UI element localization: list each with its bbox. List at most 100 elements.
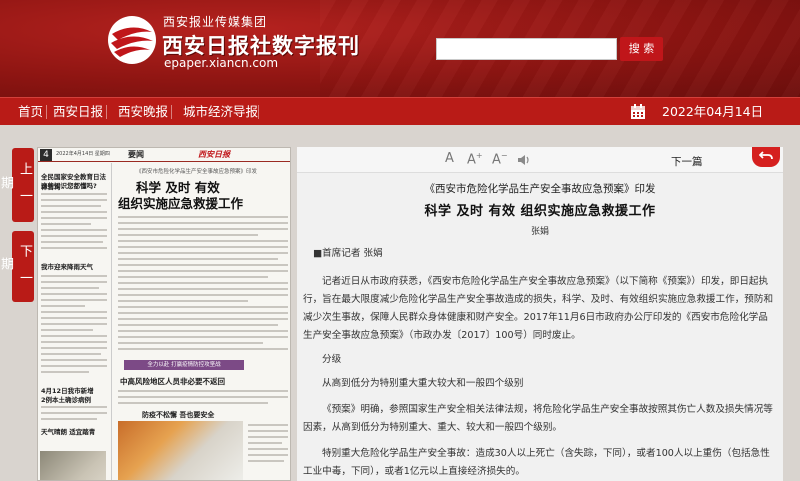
text-line (118, 234, 258, 236)
article-link[interactable]: 2例本土确诊病例 (41, 394, 91, 404)
text-line (118, 246, 288, 248)
text-line (118, 318, 288, 320)
search-button[interactable]: 搜 索 (620, 37, 663, 61)
logo-icon (108, 16, 156, 64)
search-input[interactable] (436, 38, 617, 60)
text-line (118, 396, 288, 398)
article-panel: A A+ A− 下一篇 《西安市危险化学品生产安全事故应急预案》印发 科学 及时… (297, 147, 783, 481)
text-line (41, 323, 107, 325)
page-masthead: 西安日报 (198, 150, 230, 159)
text-line (248, 424, 288, 426)
nav-city-economy[interactable]: 城市经济导报 (183, 98, 258, 126)
nav-divider (106, 105, 107, 119)
text-line (118, 402, 268, 404)
text-line (41, 193, 107, 195)
news-photo (118, 421, 243, 480)
text-line (41, 305, 85, 307)
text-line (118, 306, 288, 308)
page-header: 4 2022年4月14日 星期四 要闻 西安日报 (38, 148, 290, 162)
text-line (118, 342, 263, 344)
text-line (41, 241, 103, 243)
nav-home[interactable]: 首页 (18, 98, 43, 126)
text-line (118, 300, 248, 302)
text-line (41, 311, 107, 313)
nav-xian-daily[interactable]: 西安日报 (53, 98, 103, 126)
calendar-icon[interactable] (630, 104, 646, 120)
article-link[interactable]: 这些知识您都懂吗? (41, 180, 97, 190)
text-line (41, 229, 107, 231)
text-line (41, 317, 107, 319)
article-link[interactable]: 天气晴朗 适宜踏青 (41, 426, 95, 436)
page-banner: 全力以赴 打赢疫情防控攻坚战 (124, 360, 244, 370)
text-line (118, 330, 288, 332)
text-line (41, 412, 107, 414)
text-line (41, 365, 107, 367)
news-photo (40, 451, 106, 480)
text-line (248, 448, 288, 450)
minus-icon: − (500, 151, 508, 160)
article-link[interactable]: 我市迎来降雨天气 (41, 261, 93, 271)
left-column: 全民国家安全教育日法律咨询 这些知识您都懂吗? 我市迎来降雨天气 4月12日我市… (38, 163, 112, 480)
text-line (118, 324, 278, 326)
text-line (41, 275, 107, 277)
text-line (118, 270, 288, 272)
text-line (41, 205, 101, 207)
article-link[interactable]: 防疫不松懈 吾也要安全 (142, 410, 214, 420)
text-line (41, 406, 107, 408)
font-increase-button[interactable]: A+ (467, 151, 483, 167)
prev-issue-button[interactable]: 上一期 (0, 148, 34, 222)
article-link[interactable]: 中高风险地区人员非必要不返回 (120, 376, 225, 387)
text-line (118, 288, 288, 290)
font-increase-label: A (467, 152, 476, 168)
page-section: 要闻 (128, 150, 144, 159)
page-number: 4 (40, 149, 52, 161)
text-line (118, 390, 288, 392)
font-normal-button[interactable]: A (445, 151, 454, 166)
text-line (41, 359, 107, 361)
next-article-link[interactable]: 下一篇 (671, 154, 703, 169)
article-paragraph: 记者近日从市政府获悉，《西安市危险化学品生产安全事故应急预案》（以下简称《预案》… (303, 276, 774, 341)
text-line (41, 211, 107, 213)
back-button[interactable] (752, 147, 780, 167)
article-subhead: 从高到低分为特别重大重大较大和一般四个级别 (322, 378, 524, 389)
article-pre-title: 《西安市危险化学品生产安全事故应急预案》印发 (424, 183, 656, 195)
text-line (248, 460, 284, 462)
page-deck: 《西安市危险化学品生产安全事故应急预案》印发 (136, 169, 258, 175)
article-title: 科学 及时 有效 组织实施应急救援工作 (424, 204, 656, 219)
speaker-icon[interactable] (517, 154, 531, 166)
text-line (248, 430, 288, 432)
nav-xian-evening[interactable]: 西安晚报 (118, 98, 168, 126)
text-line (248, 442, 282, 444)
text-line (41, 299, 107, 301)
text-line (41, 199, 107, 201)
nav-divider (171, 105, 172, 119)
article-byline: ■首席记者 张娟 (313, 248, 383, 259)
text-line (118, 276, 268, 278)
article-subhead: 分级 (322, 354, 342, 365)
text-line (118, 252, 288, 254)
text-line (41, 247, 107, 249)
text-line (248, 454, 288, 456)
page-date: 2022年4月14日 星期四 (56, 151, 110, 157)
text-line (41, 335, 107, 337)
text-line (41, 235, 107, 237)
page-headline[interactable]: 组织实施应急救援工作 (118, 193, 243, 212)
text-line (41, 418, 97, 420)
next-issue-button[interactable]: 下一期 (0, 231, 34, 302)
article-paragraph: 特别重大危险化学品生产安全事故：造成30人以上死亡（含失踪，下同），或者100人… (303, 448, 770, 477)
newspaper-page[interactable]: 4 2022年4月14日 星期四 要闻 西安日报 全民国家安全教育日法律咨询 这… (37, 147, 291, 481)
article-author: 张娟 (530, 227, 549, 237)
text-line (118, 216, 288, 218)
text-line (41, 287, 99, 289)
text-line (41, 329, 93, 331)
text-line (41, 217, 107, 219)
group-name: 西安报业传媒集团 (163, 15, 268, 29)
text-line (118, 282, 288, 284)
font-decrease-button[interactable]: A− (492, 151, 508, 167)
plus-icon: + (475, 151, 483, 160)
article-content: 《西安市危险化学品生产安全事故应急预案》印发 科学 及时 有效 组织实施应急救援… (297, 173, 783, 481)
text-line (118, 312, 288, 314)
text-line (118, 264, 288, 266)
text-line (118, 294, 288, 296)
text-line (41, 293, 107, 295)
